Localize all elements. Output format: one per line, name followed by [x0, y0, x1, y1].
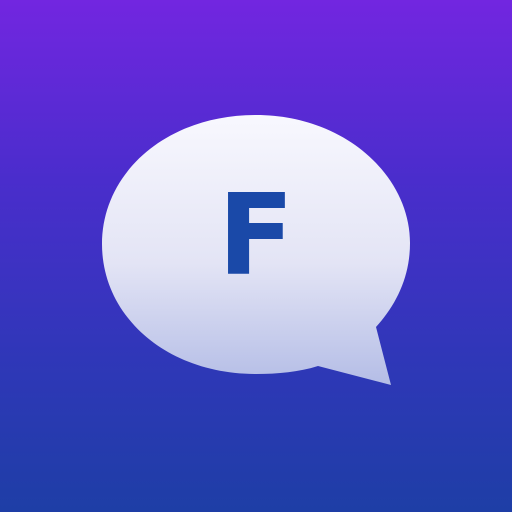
app-icon[interactable]: F: [0, 0, 512, 512]
app-initial-letter: F: [217, 171, 295, 301]
